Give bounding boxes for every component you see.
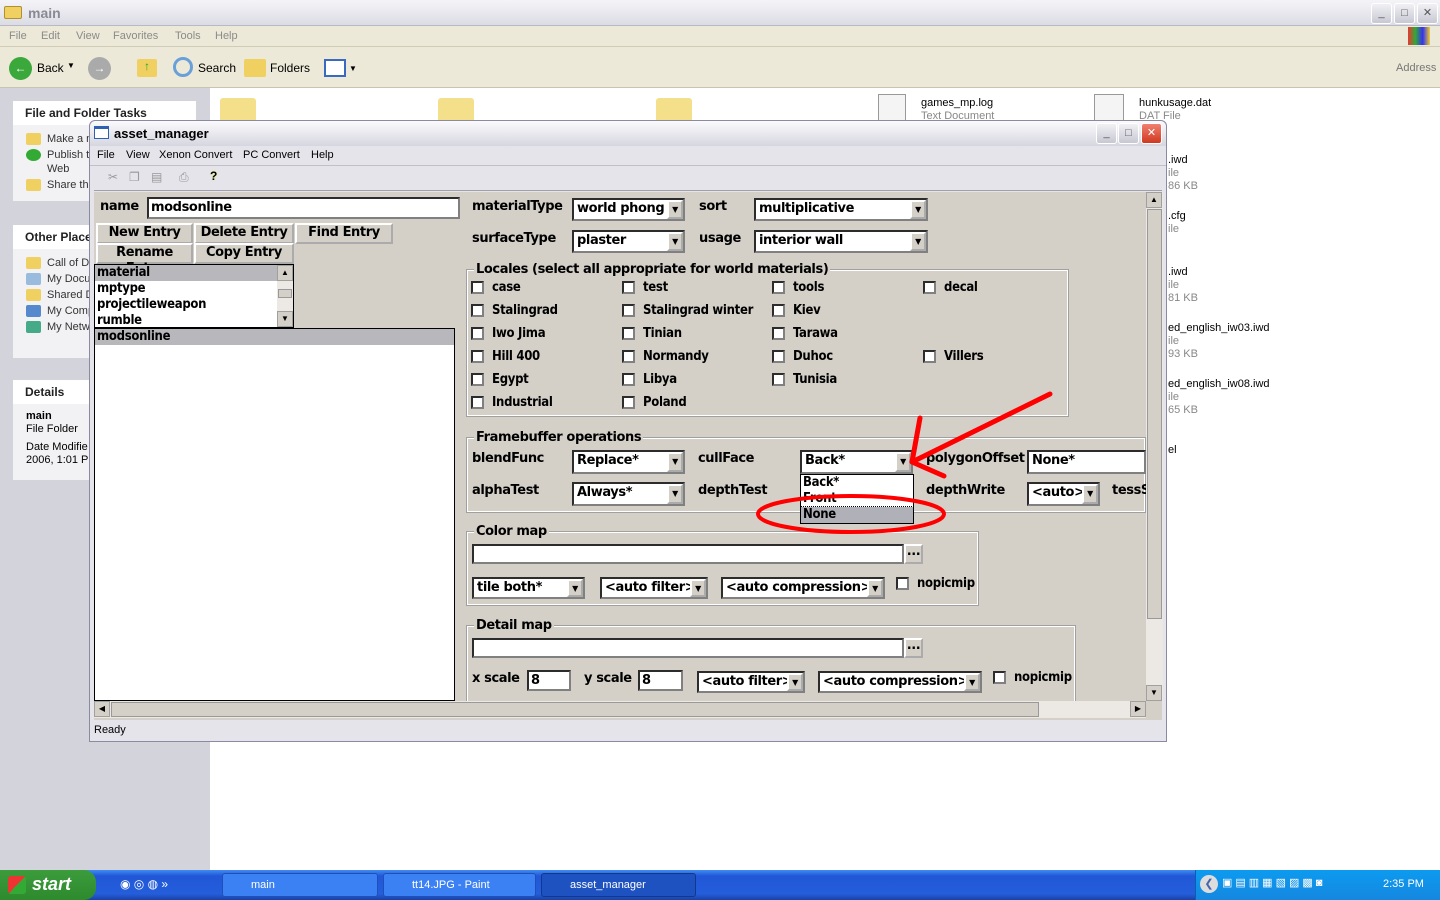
system-tray: ❮ ▣▤▥▦▧▨▩◙ 2:35 PM	[1195, 870, 1440, 900]
red-circle-annotation	[756, 494, 946, 534]
quick-launch-icons[interactable]: ◉ ◎ ◍ »	[120, 877, 168, 891]
taskbar-item-asset-manager[interactable]: asset_manager	[541, 873, 696, 897]
taskbar-item-paint[interactable]: tt14.JPG - Paint	[383, 873, 536, 897]
taskbar-item-main[interactable]: main	[222, 873, 378, 897]
red-arrow-annotation	[909, 391, 1053, 479]
collapse-tray-icon[interactable]: ❮	[1200, 875, 1218, 893]
clock[interactable]: 2:35 PM	[1383, 878, 1424, 890]
windows-logo-icon	[8, 876, 26, 894]
tray-icons[interactable]: ▣▤▥▦▧▨▩◙	[1222, 876, 1325, 889]
red-annotation-overlay	[756, 391, 1053, 534]
